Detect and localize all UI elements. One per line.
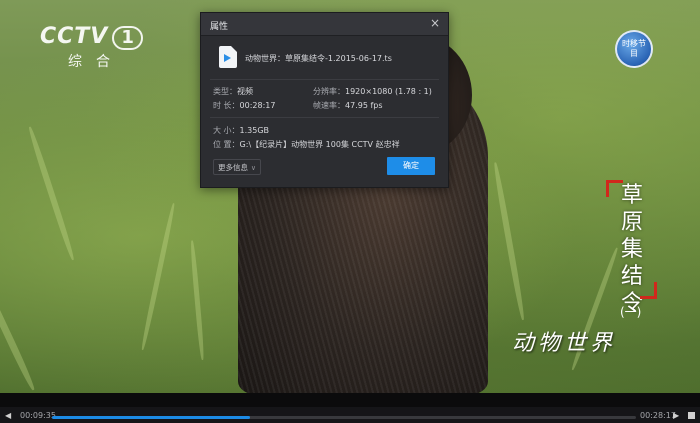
size-row: 大 小：1.35GB: [213, 125, 269, 136]
type-value: 视频: [237, 87, 253, 96]
framerate-label: 帧速率：: [313, 101, 345, 110]
corner-badge: 时移节目: [615, 30, 653, 68]
player-bottom-strip: [0, 407, 700, 423]
close-icon[interactable]: ×: [430, 17, 440, 29]
total-time: 00:28:17: [640, 411, 676, 420]
more-info-label: 更多信息: [218, 163, 248, 172]
duration-row: 时 长：00:28:17: [213, 100, 275, 111]
progress-fill: [52, 416, 250, 419]
framerate-value: 47.95 fps: [345, 101, 383, 110]
episode-title-char: 草: [620, 183, 643, 208]
type-row: 类型：视频: [213, 86, 253, 97]
file-name: 动物世界：草原集结令-1.2015-06-17.ts: [245, 54, 392, 63]
corner-badge-text: 时移节目: [622, 39, 646, 58]
episode-title-char: 集: [620, 237, 643, 262]
dialog-title: 属性: [210, 22, 229, 32]
title-bracket-bottom: [640, 282, 657, 299]
previous-icon[interactable]: ◀: [5, 412, 15, 420]
resolution-value: 1920×1080 (1.78 : 1): [345, 87, 432, 96]
location-label: 位 置：: [213, 140, 240, 149]
more-info-button[interactable]: 更多信息 ∨: [213, 159, 261, 175]
size-value: 1.35GB: [239, 126, 270, 135]
grass-blade: [26, 125, 76, 261]
dialog-titlebar[interactable]: 属性 ×: [201, 13, 448, 36]
divider: [210, 79, 439, 80]
grass-blade: [0, 270, 37, 392]
current-time: 00:09:35: [20, 411, 56, 420]
next-icon[interactable]: ▶: [673, 412, 683, 420]
chevron-down-icon: ∨: [250, 164, 256, 172]
resolution-label: 分辨率：: [313, 87, 345, 96]
framerate-row: 帧速率：47.95 fps: [313, 100, 383, 111]
show-title: 动物世界: [512, 331, 617, 356]
location-row: 位 置：G:\【纪录片】动物世界 100集 CCTV 赵忠祥: [213, 139, 400, 150]
progress-bar[interactable]: [52, 416, 636, 419]
properties-dialog: 属性 × 动物世界：草原集结令-1.2015-06-17.ts 类型：视频 分辨…: [200, 12, 449, 188]
duration-label: 时 长：: [213, 101, 240, 110]
episode-part: (一): [620, 305, 642, 319]
channel-subtitle: 综合: [68, 54, 124, 70]
channel-logo-text: CCTV: [40, 24, 109, 49]
grass-blade: [492, 161, 526, 321]
location-value[interactable]: G:\【纪录片】动物世界 100集 CCTV 赵忠祥: [240, 140, 400, 149]
stop-icon[interactable]: [688, 412, 695, 419]
type-label: 类型：: [213, 87, 237, 96]
episode-title-char: 原: [620, 210, 643, 235]
channel-logo: CCTV 1 综合: [40, 24, 143, 70]
divider: [210, 117, 439, 118]
duration-value: 00:28:17: [239, 101, 276, 110]
grass-blade: [140, 202, 177, 351]
play-icon: [224, 54, 231, 62]
channel-number: 1: [112, 26, 143, 50]
ok-button[interactable]: 确定: [387, 157, 435, 175]
resolution-row: 分辨率：1920×1080 (1.78 : 1): [313, 86, 432, 97]
video-file-icon: [219, 46, 237, 68]
size-label: 大 小：: [213, 126, 240, 135]
grass-blade: [189, 240, 205, 361]
